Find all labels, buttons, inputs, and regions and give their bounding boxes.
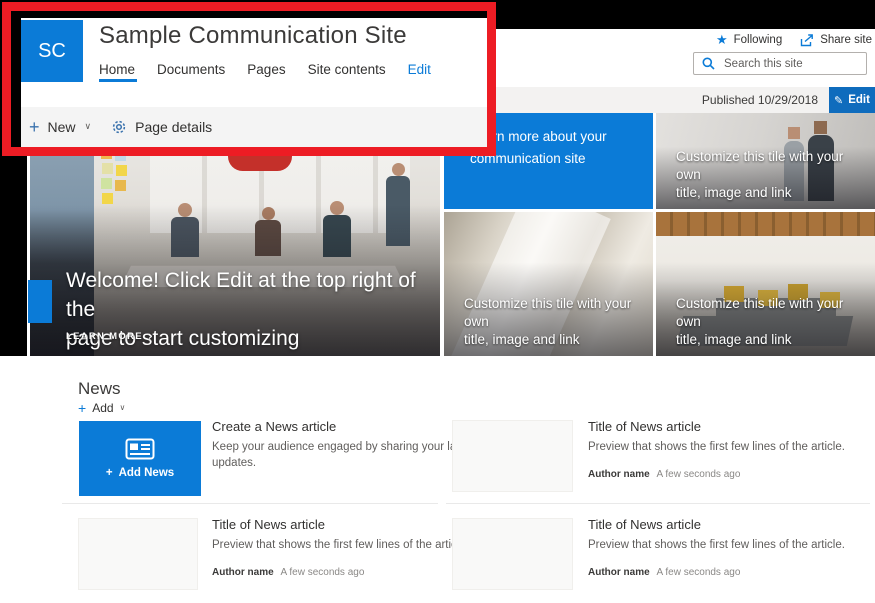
site-navigation: Home Documents Pages Site contents Edit xyxy=(99,62,431,77)
learn-more-link[interactable]: LEARN MORE › xyxy=(66,329,153,343)
hero-accent-block xyxy=(28,280,52,323)
news-item-time: A few seconds ago xyxy=(656,469,740,480)
share-icon xyxy=(800,34,814,47)
sharepoint-communication-site-page: ★ Following Share site Published 10/29/2… xyxy=(0,0,875,603)
hero-tiles-grid: Learn more about your communication site… xyxy=(444,113,875,356)
tile-customize-label: Customize this tile with your own title,… xyxy=(676,295,871,349)
news-item-author: Author name xyxy=(588,567,650,578)
star-icon: ★ xyxy=(716,34,728,47)
active-nav-underline xyxy=(99,79,137,82)
news-divider xyxy=(446,503,870,504)
news-item-time: A few seconds ago xyxy=(280,567,364,578)
news-item-card: Title of News article Preview that shows… xyxy=(588,419,875,480)
news-item-meta: Author name A few seconds ago xyxy=(588,567,875,578)
plus-icon: + xyxy=(106,467,113,479)
news-item-card: Title of News article Preview that shows… xyxy=(588,517,875,578)
pencil-icon: ✎ xyxy=(834,94,843,107)
tile-text-line: communication site xyxy=(470,148,645,170)
new-button[interactable]: New xyxy=(48,119,76,135)
tile-customize-label: Customize this tile with your own title,… xyxy=(676,148,871,202)
news-item-thumbnail[interactable] xyxy=(452,420,573,492)
news-item-author: Author name xyxy=(212,567,274,578)
tile-text-line: Customize this tile with your own xyxy=(676,148,871,184)
news-divider xyxy=(62,503,438,504)
nav-item-site-contents[interactable]: Site contents xyxy=(308,62,386,77)
hero-welcome-line1: Welcome! Click Edit at the top right of … xyxy=(66,266,426,324)
nav-item-home[interactable]: Home xyxy=(99,62,135,77)
search-icon xyxy=(702,57,715,70)
plus-icon: + xyxy=(29,117,40,138)
news-item-thumbnail[interactable] xyxy=(452,518,573,590)
news-item-meta: Author name A few seconds ago xyxy=(588,469,875,480)
news-section-heading: News xyxy=(78,379,121,399)
news-item-title[interactable]: Title of News article xyxy=(588,517,875,532)
edit-page-button[interactable]: ✎ Edit xyxy=(829,87,875,113)
site-search-box[interactable] xyxy=(693,52,867,75)
gear-icon xyxy=(111,119,127,135)
nav-item-pages[interactable]: Pages xyxy=(247,62,285,77)
site-title: Sample Communication Site xyxy=(99,22,407,50)
tile-text-line: title, image and link xyxy=(464,331,653,349)
tile-text-line: Customize this tile with your own xyxy=(676,295,871,331)
news-item-preview: Preview that shows the first few lines o… xyxy=(588,439,875,455)
newspaper-icon xyxy=(125,438,155,460)
news-add-button[interactable]: + Add ∨ xyxy=(78,401,125,415)
learn-more-label: LEARN MORE xyxy=(66,331,143,342)
news-item-thumbnail[interactable] xyxy=(78,518,198,590)
news-item-title[interactable]: Title of News article xyxy=(588,419,875,434)
tile-customize-1[interactable]: Customize this tile with your own title,… xyxy=(656,113,875,209)
header-actions: ★ Following Share site xyxy=(640,32,872,48)
site-logo-text: SC xyxy=(38,40,66,63)
following-button[interactable]: ★ Following xyxy=(716,34,782,47)
tile-learn-more-label: Learn more about your communication site xyxy=(470,126,645,170)
news-add-label: Add xyxy=(92,401,113,415)
tile-customize-3[interactable]: Customize this tile with your own title,… xyxy=(656,212,875,356)
nav-item-documents[interactable]: Documents xyxy=(157,62,225,77)
chevron-down-icon: ∨ xyxy=(120,404,126,412)
plus-icon: + xyxy=(78,401,86,415)
chevron-right-icon: › xyxy=(148,329,153,343)
command-bar: + New ∨ Page details xyxy=(21,107,490,147)
site-logo[interactable]: SC xyxy=(21,20,83,82)
news-item-time: A few seconds ago xyxy=(656,567,740,578)
nav-item-edit[interactable]: Edit xyxy=(408,62,431,77)
news-item-author: Author name xyxy=(588,469,650,480)
tile-text-line: Learn more about your xyxy=(470,126,645,148)
search-input[interactable] xyxy=(722,57,858,71)
tile-customize-label: Customize this tile with your own title,… xyxy=(464,295,653,349)
share-site-button[interactable]: Share site xyxy=(800,34,872,47)
page-details-button[interactable]: Page details xyxy=(135,119,212,135)
add-news-label: Add News xyxy=(119,467,175,479)
add-news-tile-button[interactable]: + Add News xyxy=(79,421,201,496)
edit-button-label: Edit xyxy=(848,94,870,106)
news-item-preview: Preview that shows the first few lines o… xyxy=(588,537,875,553)
add-news-label-row: + Add News xyxy=(106,467,174,479)
chevron-down-icon: ∨ xyxy=(85,123,92,131)
site-header-snippet: SC Sample Communication Site Home Docume… xyxy=(21,18,490,147)
published-date-label: Published 10/29/2018 xyxy=(702,87,818,113)
tile-text-line: title, image and link xyxy=(676,331,871,349)
following-label: Following xyxy=(734,34,783,46)
tile-customize-2[interactable]: Customize this tile with your own title,… xyxy=(444,212,653,356)
tile-text-line: Customize this tile with your own xyxy=(464,295,653,331)
share-site-label: Share site xyxy=(820,34,872,46)
tile-text-line: title, image and link xyxy=(676,184,871,202)
hero-welcome-tile[interactable]: Welcome! Click Edit at the top right of … xyxy=(30,113,440,356)
